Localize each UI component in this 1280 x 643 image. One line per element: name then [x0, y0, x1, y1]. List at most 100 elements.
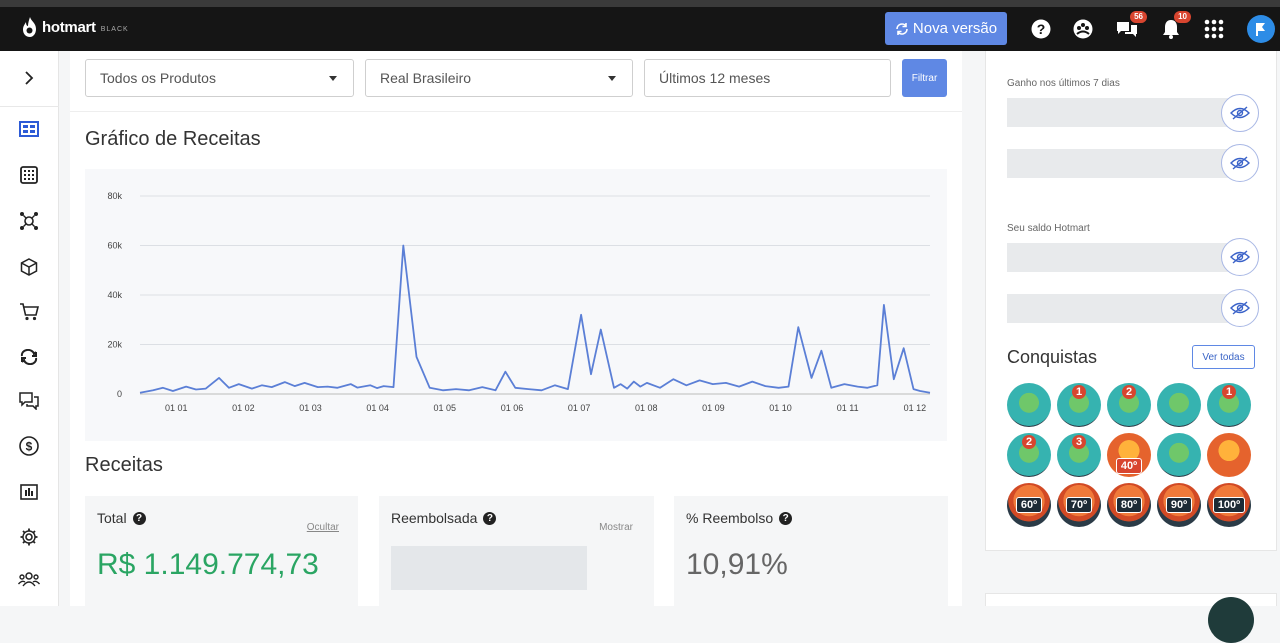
- hidden-balance-bar: [1007, 294, 1237, 323]
- notifications-badge: 10: [1174, 11, 1191, 23]
- eye-off-icon: [1230, 156, 1250, 170]
- logo-text: hotmart: [42, 18, 96, 36]
- refund-percent-card: % Reembolso ? 10,91%: [674, 496, 948, 606]
- product-select[interactable]: Todos os Produtos: [85, 59, 354, 97]
- toggle-visibility-button[interactable]: [1221, 94, 1259, 132]
- chat-icon: [19, 392, 39, 410]
- messages-icon[interactable]: 56: [1116, 11, 1147, 40]
- sidebar-item-team[interactable]: [17, 567, 41, 591]
- refresh-icon: [896, 22, 908, 35]
- product-select-value: Todos os Produtos: [100, 70, 216, 86]
- network-icon: [20, 212, 38, 230]
- notifications-icon[interactable]: 10: [1160, 11, 1191, 40]
- eye-off-icon: [1230, 106, 1250, 120]
- revenue-series-line: [139, 244, 931, 394]
- dollar-icon: $: [19, 436, 39, 456]
- filter-bar: Todos os Produtos Real Brasileiro Último…: [70, 51, 962, 112]
- avatar-flag-icon: [1256, 23, 1265, 36]
- cart-icon: [20, 303, 39, 321]
- new-version-button[interactable]: Nova versão: [885, 12, 1007, 45]
- android-badge-icon[interactable]: 2: [1107, 383, 1151, 427]
- sidebar-item-subscriptions[interactable]: [17, 345, 41, 369]
- sidebar-item-products[interactable]: [17, 255, 41, 279]
- currency-select-value: Real Brasileiro: [380, 70, 472, 86]
- achievement-label: 90º: [1165, 497, 1193, 513]
- y-tick-label: 80k: [107, 191, 122, 201]
- community-icon[interactable]: [1072, 18, 1094, 40]
- revenue-chart-svg: 0 20k 40k 60k 80k 01 01 01 02 01 03 01 04 01 05 01…: [107, 191, 931, 413]
- sidebar-item-finance[interactable]: $: [17, 434, 41, 458]
- achievement-label: 70º: [1065, 497, 1093, 513]
- sidebar-item-apps[interactable]: [17, 163, 41, 187]
- expand-sidebar-icon[interactable]: [17, 66, 41, 90]
- temperature-badge-icon[interactable]: 80º: [1107, 483, 1151, 527]
- logo-subtitle: BLACK: [100, 25, 129, 33]
- new-version-label: Nova versão: [912, 20, 998, 37]
- toggle-visibility-button[interactable]: [1221, 289, 1259, 327]
- hide-link[interactable]: Ocultar: [307, 522, 339, 533]
- sync-icon: [20, 349, 38, 365]
- help-icon[interactable]: ?: [483, 511, 497, 525]
- sun-badge-icon[interactable]: 40º: [1107, 433, 1151, 477]
- temperature-badge-icon[interactable]: 100º: [1207, 483, 1251, 527]
- main-content: Todos os Produtos Real Brasileiro Último…: [70, 51, 962, 606]
- x-tick-label: 01 04: [366, 403, 389, 413]
- x-tick-label: 01 09: [702, 403, 725, 413]
- x-tick-label: 01 05: [434, 403, 457, 413]
- period-input[interactable]: Últimos 12 meses: [644, 59, 891, 97]
- refund-percent-label-row: % Reembolso ?: [686, 510, 793, 526]
- help-icon[interactable]: ?: [132, 511, 146, 525]
- android-badge-icon[interactable]: 1: [1057, 383, 1101, 427]
- toggle-visibility-button[interactable]: [1221, 238, 1259, 276]
- sidebar-item-affiliates[interactable]: [17, 209, 41, 233]
- temperature-badge-icon[interactable]: 90º: [1157, 483, 1201, 527]
- toggle-visibility-button[interactable]: [1221, 144, 1259, 182]
- revenue-chart-title: Gráfico de Receitas: [85, 128, 261, 150]
- total-label: Total: [97, 510, 127, 526]
- browser-strip: [0, 0, 1280, 7]
- sidebar-item-messages[interactable]: [17, 389, 41, 413]
- achievement-label: 100º: [1212, 497, 1246, 513]
- chevron-down-icon: [329, 76, 337, 81]
- sidebar-item-settings[interactable]: [17, 525, 41, 549]
- trophy-badge-icon[interactable]: [1157, 383, 1201, 427]
- sidebar-item-sales[interactable]: [17, 300, 41, 324]
- certificate-badge-icon[interactable]: [1007, 383, 1051, 427]
- help-icon[interactable]: ?: [1030, 18, 1052, 40]
- achievement-label: 40º: [1115, 458, 1143, 474]
- sidebar: $: [0, 51, 59, 606]
- temperature-badge-icon[interactable]: 70º: [1057, 483, 1101, 527]
- see-all-button[interactable]: Ver todas: [1192, 345, 1255, 369]
- user-avatar[interactable]: [1247, 15, 1275, 43]
- apps-grid-icon[interactable]: [1203, 18, 1225, 40]
- total-value: R$ 1.149.774,73: [97, 548, 319, 581]
- y-tick-label: 60k: [107, 241, 122, 251]
- show-link[interactable]: Mostrar: [599, 522, 633, 533]
- eye-off-icon: [1230, 301, 1250, 315]
- support-chat-button[interactable]: [1208, 597, 1254, 643]
- x-tick-label: 01 07: [568, 403, 591, 413]
- balance-label: Seu saldo Hotmart: [1007, 223, 1090, 234]
- refund-percent-label: % Reembolso: [686, 510, 774, 526]
- x-tick-label: 01 11: [837, 403, 859, 413]
- temperature-badge-icon[interactable]: 60º: [1007, 483, 1051, 527]
- android-badge-icon[interactable]: 1: [1207, 383, 1251, 427]
- x-tick-label: 01 12: [904, 403, 927, 413]
- sidebar-item-reports[interactable]: [17, 480, 41, 504]
- android-badge-icon[interactable]: 3: [1057, 433, 1101, 477]
- sidebar-item-dashboard[interactable]: [17, 117, 41, 141]
- achievement-label: 60º: [1015, 497, 1043, 513]
- x-tick-label: 01 01: [165, 403, 188, 413]
- ninja-badge-icon[interactable]: [1157, 433, 1201, 477]
- total-label-row: Total ?: [97, 510, 146, 526]
- hidden-balance-bar: [1007, 243, 1237, 272]
- y-tick-label: 40k: [107, 290, 122, 300]
- currency-select[interactable]: Real Brasileiro: [365, 59, 633, 97]
- hotmart-logo[interactable]: hotmart BLACK: [22, 17, 129, 37]
- android-badge-icon[interactable]: 2: [1007, 433, 1051, 477]
- flame-icon: [23, 17, 36, 37]
- volcano-badge-icon[interactable]: [1207, 433, 1251, 477]
- achievement-label: 1: [1071, 385, 1087, 399]
- filter-button[interactable]: Filtrar: [902, 59, 947, 97]
- help-icon[interactable]: ?: [779, 511, 793, 525]
